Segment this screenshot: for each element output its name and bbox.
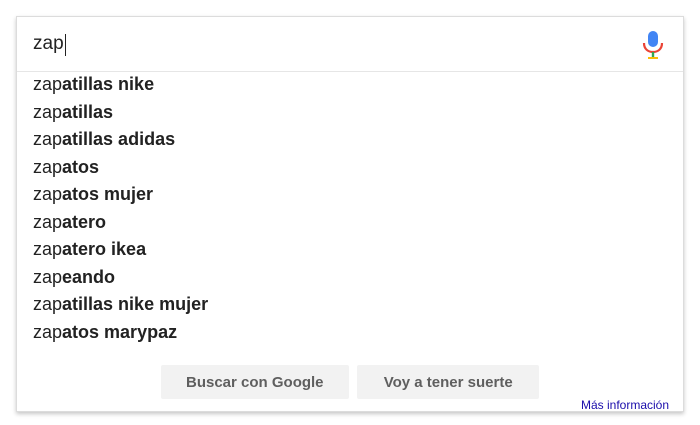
suggestion-item[interactable]: zapatillas nike xyxy=(17,71,683,99)
suggestion-item[interactable]: zapatillas nike mujer xyxy=(17,291,683,319)
suggestion-query: zap xyxy=(33,321,63,342)
suggestion-item[interactable]: zapatero xyxy=(17,209,683,237)
suggestion-completion: atero ikea xyxy=(62,239,147,259)
suggestion-item[interactable]: zapatillas xyxy=(17,99,683,127)
suggestion-completion: atillas xyxy=(62,101,114,122)
suggestion-query: zap xyxy=(33,184,63,204)
suggestion-item[interactable]: zapatos marypaz xyxy=(17,319,683,347)
suggestion-query: zap xyxy=(33,294,63,314)
suggestion-completion: atos marypaz xyxy=(62,321,178,342)
suggestion-query: zap xyxy=(33,74,63,94)
suggestion-completion: atero xyxy=(62,211,107,232)
suggestion-list: zapatillas nike zapatillas zapatillas ad… xyxy=(17,71,683,346)
suggestion-completion: eando xyxy=(62,266,116,287)
suggestion-item[interactable]: zapatos xyxy=(17,154,683,182)
suggestion-query: zap xyxy=(33,156,63,177)
more-info-link[interactable]: Más información xyxy=(581,398,669,412)
suggestion-query: zap xyxy=(33,266,63,287)
suggestion-query: zap xyxy=(33,101,63,122)
suggestion-item[interactable]: zapeando xyxy=(17,264,683,292)
suggestion-query: zap xyxy=(33,129,63,149)
suggestion-completion: atillas adidas xyxy=(62,129,176,149)
search-autocomplete-box: zapatillas nike zapatillas zapatillas ad… xyxy=(16,16,684,412)
suggestion-completion: atillas nike mujer xyxy=(62,294,209,314)
lucky-button[interactable]: Voy a tener suerte xyxy=(357,365,540,399)
suggestion-item[interactable]: zapatillas adidas xyxy=(17,126,683,154)
suggestion-item[interactable]: zapatero ikea xyxy=(17,236,683,264)
microphone-icon[interactable] xyxy=(641,30,665,60)
suggestion-completion: atos mujer xyxy=(62,184,154,204)
suggestion-query: zap xyxy=(33,211,63,232)
search-bar xyxy=(17,17,683,72)
suggestion-item[interactable]: zapatos mujer xyxy=(17,181,683,209)
suggestion-completion: atillas nike xyxy=(62,74,155,94)
text-caret xyxy=(65,34,66,56)
search-input[interactable] xyxy=(33,30,593,58)
suggestion-query: zap xyxy=(33,239,63,259)
search-button[interactable]: Buscar con Google xyxy=(160,365,349,399)
suggestion-completion: atos xyxy=(62,156,100,177)
button-row: Buscar con Google Voy a tener suerte xyxy=(17,365,683,401)
